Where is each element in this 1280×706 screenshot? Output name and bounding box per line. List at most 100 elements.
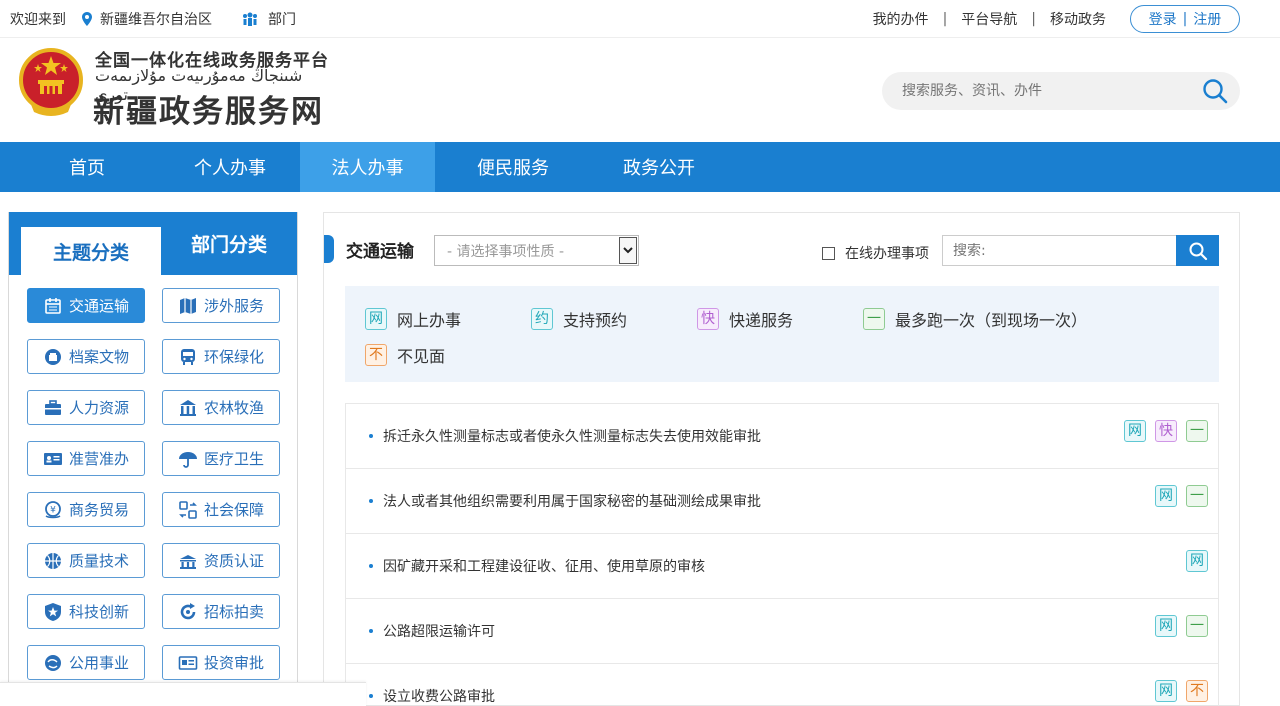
title-accent-bar bbox=[324, 235, 334, 263]
no-visit-badge-icon: 不 bbox=[1186, 680, 1208, 702]
panel-search-button[interactable] bbox=[1176, 235, 1219, 266]
ball-icon bbox=[44, 552, 61, 569]
tab-department[interactable]: 部门分类 bbox=[159, 212, 299, 275]
panel-search-input[interactable] bbox=[953, 242, 1173, 259]
online-only-checkbox[interactable]: 在线办理事项 bbox=[822, 243, 929, 263]
item-tags: 网 一 bbox=[1155, 615, 1208, 637]
item-type-select[interactable]: - 请选择事项性质 - bbox=[434, 235, 639, 266]
nav-corporate[interactable]: 法人办事 bbox=[300, 142, 435, 192]
legend-one-visit: 一 最多跑一次（到现场一次） bbox=[863, 307, 1087, 331]
category-foreign[interactable]: 涉外服务 bbox=[162, 288, 280, 323]
my-cases-link[interactable]: 我的办件 bbox=[859, 9, 943, 29]
category-archives[interactable]: 档案文物 bbox=[27, 339, 145, 374]
legend-label: 快递服务 bbox=[729, 311, 794, 330]
category-hr[interactable]: 人力资源 bbox=[27, 390, 145, 425]
bus-icon bbox=[180, 348, 195, 365]
category-label: 交通运输 bbox=[68, 297, 129, 315]
category-transport[interactable]: 交通运输 bbox=[27, 288, 145, 323]
trade-icon: ¥ bbox=[45, 500, 61, 518]
invest-icon bbox=[178, 655, 198, 670]
category-social-security[interactable]: 社会保障 bbox=[162, 492, 280, 527]
item-tags: 网 bbox=[1186, 550, 1208, 572]
category-bidding[interactable]: 招标拍卖 bbox=[162, 594, 280, 629]
category-certification[interactable]: 资质认证 bbox=[162, 543, 280, 578]
legend-label: 网上办事 bbox=[397, 311, 462, 330]
briefcase-icon bbox=[44, 399, 61, 415]
site-header: 全国一体化在线政务服务平台 شىنجاڭ مەمۇرىيەت مۇلازىمەت… bbox=[0, 38, 1280, 142]
calendar-icon bbox=[45, 297, 61, 314]
map-icon bbox=[179, 297, 196, 314]
legend-label: 支持预约 bbox=[563, 311, 628, 330]
item-name[interactable]: 设立收费公路审批 bbox=[383, 686, 495, 706]
category-label: 投资审批 bbox=[203, 654, 264, 672]
legend-label: 最多跑一次（到现场一次） bbox=[895, 311, 1088, 330]
list-item[interactable]: 公路超限运输许可 网 一 bbox=[346, 599, 1218, 664]
list-item[interactable]: 因矿藏开采和工程建设征收、征用、使用草原的审核 网 bbox=[346, 534, 1218, 599]
nav-convenience[interactable]: 便民服务 bbox=[435, 142, 591, 192]
mobile-gov-link[interactable]: 移动政务 bbox=[1036, 9, 1120, 29]
site-search-input[interactable] bbox=[902, 83, 1192, 99]
dept-label: 部门 bbox=[268, 11, 296, 28]
category-utilities[interactable]: 公用事业 bbox=[27, 645, 145, 680]
online-badge-icon: 网 bbox=[1186, 550, 1208, 572]
swap-icon bbox=[179, 500, 197, 519]
chevron-down-icon[interactable] bbox=[619, 237, 637, 264]
top-left: 欢迎来到 新疆维吾尔自治区 部门 bbox=[10, 9, 296, 29]
search-icon[interactable] bbox=[1202, 78, 1228, 104]
legend-reservation: 约 支持预约 bbox=[531, 307, 627, 331]
location-selector[interactable]: 新疆维吾尔自治区 bbox=[82, 9, 212, 29]
category-agriculture[interactable]: 农林牧渔 bbox=[162, 390, 280, 425]
main-content: 主题分类 部门分类 交通运输 涉外服务 档案文物 环保绿化 人力资源 农林牧渔 … bbox=[0, 192, 1280, 706]
tab-theme[interactable]: 主题分类 bbox=[21, 224, 161, 275]
legend-label: 不见面 bbox=[397, 347, 446, 366]
item-name[interactable]: 拆迁永久性测量标志或者使永久性测量标志失去使用效能审批 bbox=[383, 426, 761, 446]
one-visit-badge-icon: 一 bbox=[1186, 485, 1208, 507]
svg-text:¥: ¥ bbox=[50, 505, 56, 515]
category-trade[interactable]: ¥ 商务贸易 bbox=[27, 492, 145, 527]
list-item[interactable]: 拆迁永久性测量标志或者使永久性测量标志失去使用效能审批 网 快 一 bbox=[346, 404, 1218, 469]
category-medical[interactable]: 医疗卫生 bbox=[162, 441, 280, 476]
nav-public-affairs[interactable]: 政务公开 bbox=[591, 142, 727, 192]
service-legend: 网 网上办事 约 支持预约 快 快递服务 一 最多跑一次（到现场一次） 不 不见… bbox=[345, 286, 1219, 382]
category-permits[interactable]: 准营准办 bbox=[27, 441, 145, 476]
register-link[interactable]: 注册 bbox=[1193, 9, 1221, 29]
sidebar-tabs: 主题分类 部门分类 bbox=[9, 212, 297, 275]
list-item[interactable]: 法人或者其他组织需要利用属于国家秘密的基础测绘成果审批 网 一 bbox=[346, 469, 1218, 534]
bullet bbox=[369, 629, 373, 633]
globe-icon bbox=[44, 654, 61, 671]
item-name[interactable]: 法人或者其他组织需要利用属于国家秘密的基础测绘成果审批 bbox=[383, 491, 761, 511]
category-label: 农林牧渔 bbox=[203, 399, 264, 417]
nav-home[interactable]: 首页 bbox=[14, 142, 160, 192]
divider: | bbox=[1182, 10, 1188, 27]
nav-personal[interactable]: 个人办事 bbox=[160, 142, 300, 192]
item-name[interactable]: 因矿藏开采和工程建设征收、征用、使用草原的审核 bbox=[383, 556, 705, 576]
umbrella-icon bbox=[178, 451, 197, 468]
reservation-badge-icon: 约 bbox=[531, 308, 553, 330]
bank-icon bbox=[179, 554, 196, 569]
item-name[interactable]: 公路超限运输许可 bbox=[383, 621, 495, 641]
category-environment[interactable]: 环保绿化 bbox=[162, 339, 280, 374]
welcome-text: 欢迎来到 bbox=[10, 11, 66, 28]
category-label: 医疗卫生 bbox=[203, 450, 264, 468]
id-card-icon bbox=[43, 452, 62, 465]
category-investment[interactable]: 投资审批 bbox=[162, 645, 280, 680]
category-label: 涉外服务 bbox=[203, 297, 264, 315]
category-label: 公用事业 bbox=[68, 654, 129, 672]
national-emblem-icon[interactable] bbox=[18, 46, 84, 118]
login-link[interactable]: 登录 bbox=[1149, 9, 1177, 29]
services-panel: 交通运输 - 请选择事项性质 - 在线办理事项 网 网上办事 约 支 bbox=[323, 212, 1240, 706]
platform-nav-link[interactable]: 平台导航 bbox=[947, 9, 1031, 29]
building-icon bbox=[179, 399, 196, 416]
top-right: 我的办件 | 平台导航 | 移动政务 登录 | 注册 bbox=[859, 4, 1270, 33]
category-label: 招标拍卖 bbox=[203, 603, 264, 621]
category-innovation[interactable]: 科技创新 bbox=[27, 594, 145, 629]
dept-link[interactable]: 部门 bbox=[242, 9, 296, 29]
checkbox-box[interactable] bbox=[822, 246, 835, 260]
site-title[interactable]: 新疆政务服务网 bbox=[93, 86, 324, 131]
people-icon bbox=[243, 12, 257, 26]
shield-star-icon bbox=[44, 602, 61, 621]
list-item[interactable]: 设立收费公路审批 网 不 bbox=[346, 664, 1218, 706]
category-quality[interactable]: 质量技术 bbox=[27, 543, 145, 578]
category-label: 质量技术 bbox=[68, 552, 129, 570]
horizontal-scrollbar[interactable] bbox=[0, 682, 366, 706]
